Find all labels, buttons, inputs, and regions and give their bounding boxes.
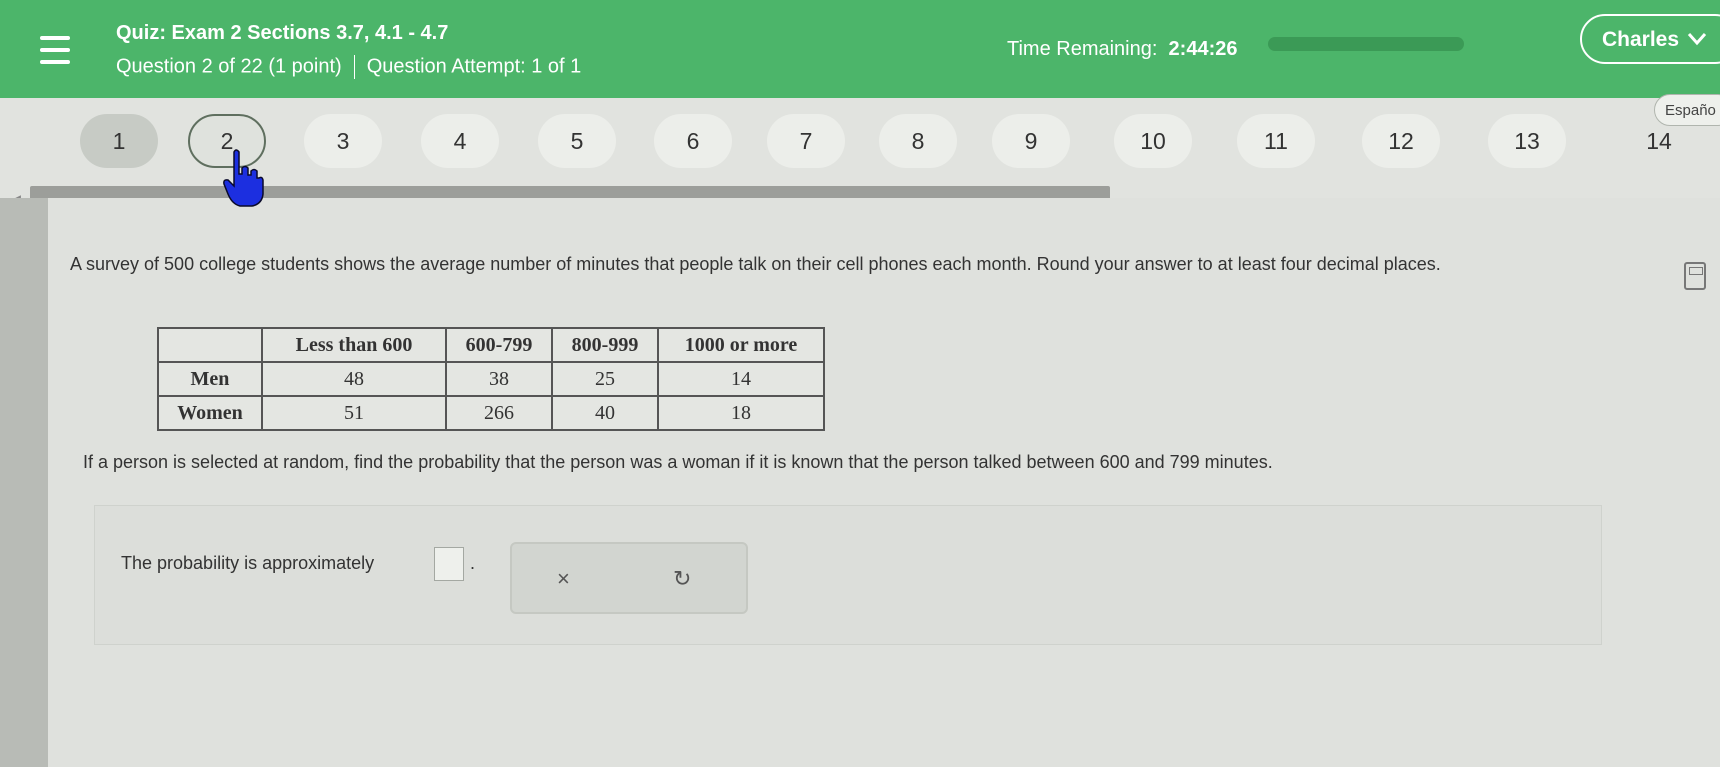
table-header-cell: 800-999: [551, 327, 659, 363]
table-cell: 51: [261, 395, 447, 431]
question-area: [48, 198, 1720, 767]
left-margin: [0, 198, 48, 767]
user-menu-button[interactable]: Charles: [1580, 14, 1720, 64]
attempt-info: Question Attempt: 1 of 1: [366, 55, 582, 78]
table-row: Women 51 266 40 18: [157, 395, 825, 431]
table-cell: 266: [445, 395, 553, 431]
table-header-cell: [157, 327, 263, 363]
data-table: Less than 600 600-799 800-999 1000 or mo…: [157, 327, 825, 431]
answer-input[interactable]: [434, 547, 464, 581]
time-label: Time Remaining:: [1007, 38, 1158, 60]
question-nav-12[interactable]: 12: [1362, 114, 1440, 168]
table-cell: 25: [551, 361, 659, 397]
question-info: Question 2 of 22 (1 point) Question Attem…: [116, 55, 581, 79]
question-prompt: If a person is selected at random, find …: [83, 452, 1273, 472]
table-header-cell: Less than 600: [261, 327, 447, 363]
chevron-down-icon: [1687, 28, 1707, 52]
question-nav-6[interactable]: 6: [654, 114, 732, 168]
question-nav-5[interactable]: 5: [538, 114, 616, 168]
row-label: Women: [157, 395, 263, 431]
language-toggle-button[interactable]: Españo: [1654, 94, 1720, 126]
question-nav-11[interactable]: 11: [1237, 114, 1315, 168]
answer-panel: [94, 505, 1602, 645]
table-row: Men 48 38 25 14: [157, 361, 825, 397]
table-header-cell: 1000 or more: [657, 327, 825, 363]
question-number: Question 2 of 22 (1 point): [116, 55, 342, 78]
table-cell: 48: [261, 361, 447, 397]
question-nav-9[interactable]: 9: [992, 114, 1070, 168]
question-nav-1[interactable]: 1: [80, 114, 158, 168]
hand-pointer-icon: [222, 148, 264, 208]
row-label: Men: [157, 361, 263, 397]
table-cell: 38: [445, 361, 553, 397]
time-value: 2:44:26: [1168, 38, 1238, 60]
table-cell: 18: [657, 395, 825, 431]
question-text: A survey of 500 college students shows t…: [70, 254, 1441, 274]
time-progress-bar: [1268, 37, 1464, 51]
clear-icon[interactable]: ×: [557, 566, 570, 592]
table-header-cell: 600-799: [445, 327, 553, 363]
answer-suffix: .: [470, 553, 476, 573]
question-nav-8[interactable]: 8: [879, 114, 957, 168]
undo-icon[interactable]: ↻: [673, 566, 691, 592]
answer-tools: [510, 542, 748, 614]
header-bar: Quiz: Exam 2 Sections 3.7, 4.1 - 4.7 Que…: [0, 0, 1720, 98]
question-nav-7[interactable]: 7: [767, 114, 845, 168]
hamburger-icon[interactable]: [40, 36, 70, 64]
question-nav-4[interactable]: 4: [421, 114, 499, 168]
divider: [353, 55, 355, 79]
table-header-row: Less than 600 600-799 800-999 1000 or mo…: [157, 327, 825, 363]
user-name: Charles: [1602, 28, 1680, 51]
time-remaining: Time Remaining: 2:44:26: [1007, 38, 1237, 61]
calculator-icon[interactable]: [1684, 262, 1706, 290]
table-cell: 14: [657, 361, 825, 397]
question-nav-13[interactable]: 13: [1488, 114, 1566, 168]
question-nav-3[interactable]: 3: [304, 114, 382, 168]
quiz-title: Quiz: Exam 2 Sections 3.7, 4.1 - 4.7: [116, 22, 449, 44]
answer-label: The probability is approximately: [121, 553, 375, 573]
question-nav-10[interactable]: 10: [1114, 114, 1192, 168]
table-cell: 40: [551, 395, 659, 431]
